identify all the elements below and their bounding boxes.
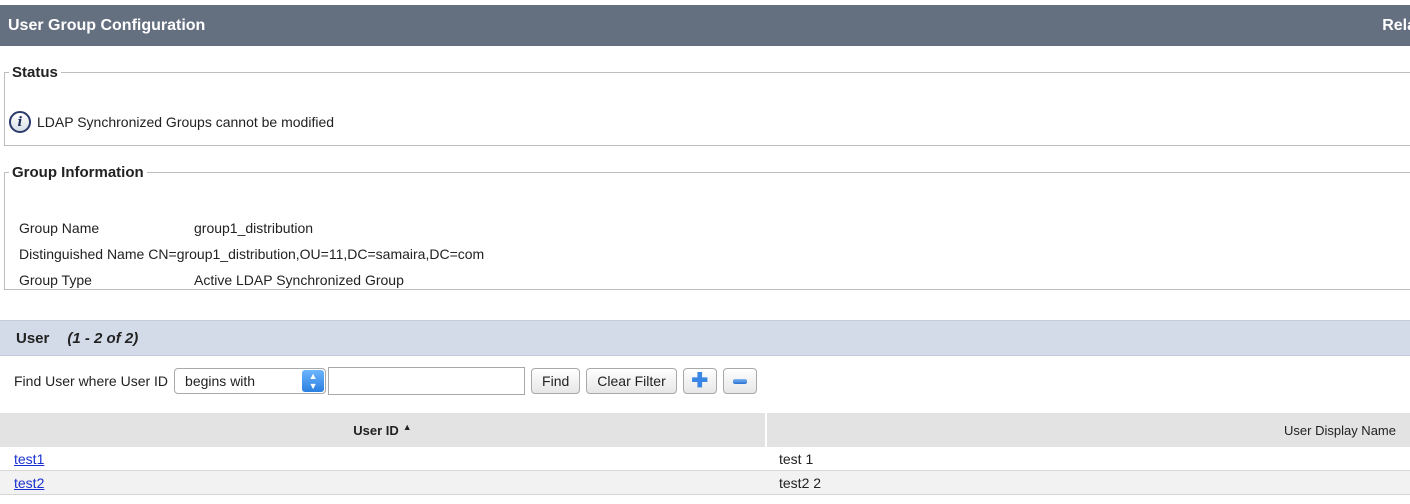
display-name-cell: test2 2	[779, 474, 822, 491]
filter-label: Find User where User ID	[14, 373, 169, 389]
column-header-display-name-label: User Display Name	[1284, 422, 1396, 438]
group-type-value: Active LDAP Synchronized Group	[194, 272, 404, 288]
user-search-input[interactable]	[328, 367, 526, 395]
page-title: User Group Configuration	[8, 16, 206, 34]
column-header-user-id-label: User ID	[353, 422, 399, 438]
user-id-cell: test1	[0, 451, 765, 467]
group-information-table: Group Name group1_distribution Distingui…	[19, 215, 484, 293]
group-information-legend: Group Information	[12, 164, 144, 181]
distinguished-name-value: CN=group1_distribution,OU=11,DC=samaira,…	[148, 246, 485, 262]
remove-user-button[interactable]	[722, 368, 757, 394]
clear-filter-button[interactable]: Clear Filter	[586, 368, 677, 394]
distinguished-name-row: Distinguished Name CN=group1_distributio…	[19, 241, 484, 267]
user-id-cell: test2	[0, 475, 765, 491]
sort-ascending-icon: ▲	[402, 422, 412, 432]
status-section: Status i LDAP Synchronized Groups cannot…	[4, 64, 1410, 146]
related-links[interactable]: Rela	[1382, 17, 1410, 35]
status-message-row: i LDAP Synchronized Groups cannot be mod…	[9, 111, 334, 133]
table-row: test2 test2 2	[0, 471, 1410, 495]
user-filter-bar: Find User where User ID begins with ▲ ▼ F…	[14, 366, 757, 396]
filter-operator-value: begins with	[185, 373, 256, 389]
display-name-cell: test 1	[779, 450, 814, 467]
group-type-label: Group Type	[19, 272, 92, 288]
status-message: LDAP Synchronized Groups cannot be modif…	[37, 114, 335, 130]
group-type-row: Group Type Active LDAP Synchronized Grou…	[19, 267, 484, 293]
user-table-header: User ID ▲ User Display Name	[0, 413, 1410, 447]
group-name-row: Group Name group1_distribution	[19, 215, 484, 241]
filter-operator-select[interactable]: begins with ▲ ▼	[174, 368, 327, 394]
add-user-button[interactable]: ✚	[682, 368, 717, 394]
group-information-section: Group Information Group Name group1_dist…	[4, 164, 1410, 290]
column-header-display-name[interactable]: User Display Name	[767, 413, 1410, 447]
user-section-title: User	[16, 329, 50, 347]
info-icon: i	[9, 111, 31, 133]
distinguished-name-label: Distinguished Name	[19, 246, 145, 262]
group-name-value: group1_distribution	[194, 220, 314, 236]
user-id-link[interactable]: test2	[14, 475, 44, 491]
page-title-bar: User Group Configuration Rela	[0, 5, 1410, 46]
table-row: test1 test 1	[0, 447, 1410, 471]
column-header-user-id[interactable]: User ID ▲	[0, 413, 767, 447]
group-name-label: Group Name	[19, 220, 100, 236]
status-legend: Status	[12, 64, 58, 81]
user-id-link[interactable]: test1	[14, 451, 44, 467]
minus-icon	[732, 378, 747, 384]
select-updown-icon: ▲ ▼	[302, 370, 325, 392]
user-table: User ID ▲ User Display Name test1 test 1…	[0, 413, 1410, 495]
user-section-header: User (1 - 2 of 2)	[0, 320, 1410, 356]
user-count: (1 - 2 of 2)	[67, 329, 139, 347]
plus-icon: ✚	[691, 370, 709, 392]
find-button[interactable]: Find	[531, 368, 581, 394]
